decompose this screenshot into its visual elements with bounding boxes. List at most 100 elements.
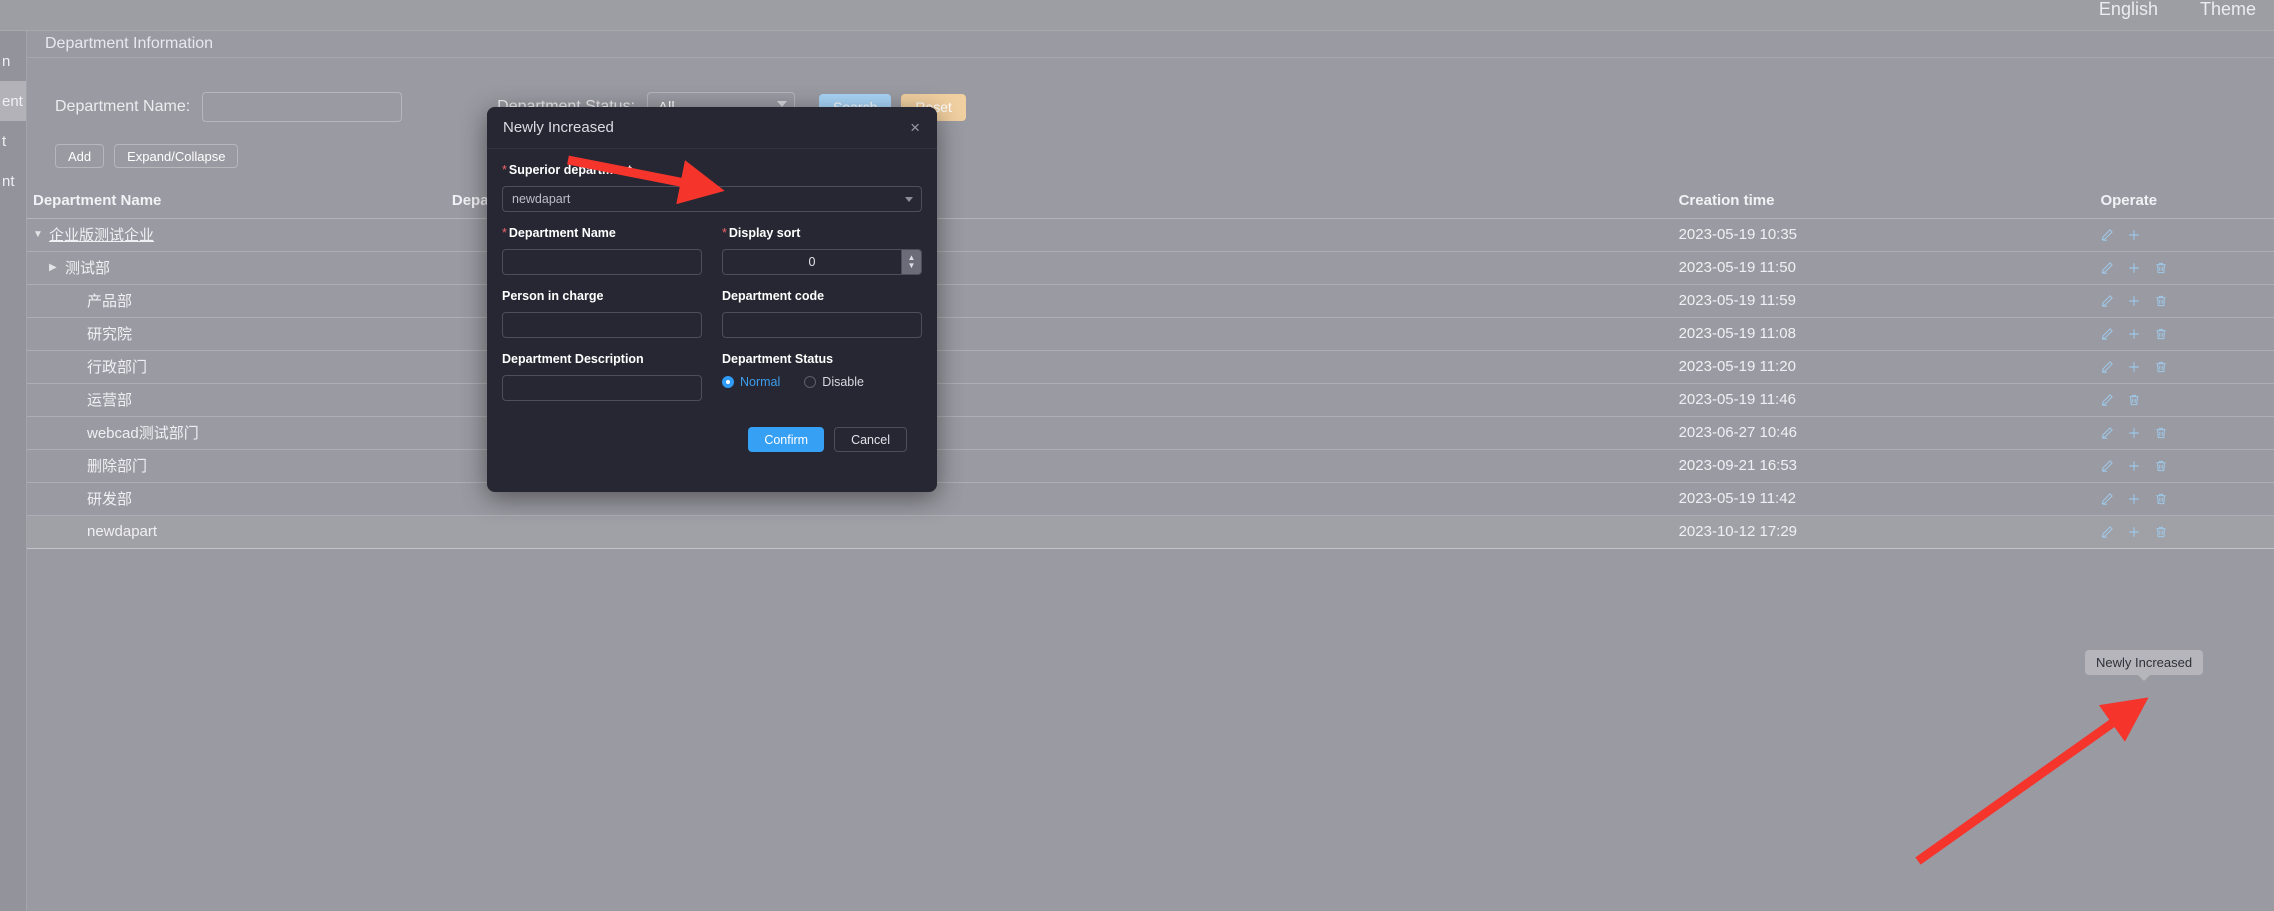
chevron-down-icon[interactable]: ▼ xyxy=(908,262,916,270)
edit-icon[interactable] xyxy=(2100,459,2114,473)
table-row[interactable]: newdapart 2023-10-12 17:29 xyxy=(27,515,2274,549)
field-department-code: Department code xyxy=(722,289,922,338)
cell-operate xyxy=(2094,350,2274,384)
table-row[interactable]: ▶ 测试部 2023-05-19 11:50 xyxy=(27,251,2274,285)
display-sort-stepper[interactable]: ▲ ▼ xyxy=(722,249,922,275)
edit-icon[interactable] xyxy=(2100,294,2114,308)
edit-icon[interactable] xyxy=(2100,327,2114,341)
cell-creation-time: 2023-10-12 17:29 xyxy=(1672,515,2095,549)
trash-icon[interactable] xyxy=(2127,393,2141,407)
trash-icon[interactable] xyxy=(2154,327,2168,341)
language-link[interactable]: English xyxy=(2099,0,2158,20)
sidebar-item-2[interactable]: ent xyxy=(0,81,26,121)
cell-department-name: 产品部 xyxy=(27,284,446,318)
trash-icon[interactable] xyxy=(2154,261,2168,275)
superior-department-select[interactable]: newdapart xyxy=(502,186,922,212)
table-row[interactable]: 行政部门 2023-05-19 11:20 xyxy=(27,350,2274,384)
superior-department-label: * Superior department xyxy=(502,163,922,177)
table-row[interactable]: 研究院 2023-05-19 11:08 xyxy=(27,317,2274,351)
toolbar: Add Expand/Collapse xyxy=(27,144,2274,168)
person-in-charge-input[interactable] xyxy=(502,312,702,338)
edit-icon[interactable] xyxy=(2100,360,2114,374)
department-name-label: Department Name: xyxy=(55,98,191,115)
department-name-input[interactable] xyxy=(202,92,403,122)
table-row[interactable]: 删除部门 2023-09-21 16:53 xyxy=(27,449,2274,483)
person-in-charge-label: Person in charge xyxy=(502,289,604,303)
confirm-button[interactable]: Confirm xyxy=(748,427,825,452)
edit-icon[interactable] xyxy=(2100,492,2114,506)
field-department-status: Department Status Normal Disable xyxy=(722,352,922,401)
display-sort-input[interactable] xyxy=(722,249,901,275)
dept-name-input[interactable] xyxy=(502,249,702,275)
radio-unselected-icon xyxy=(804,376,817,388)
cell-operate xyxy=(2094,317,2274,351)
edit-icon[interactable] xyxy=(2100,426,2114,440)
theme-link[interactable]: Theme xyxy=(2200,0,2256,20)
plus-icon[interactable] xyxy=(2127,525,2141,539)
caret-right-icon[interactable]: ▶ xyxy=(49,262,65,273)
stepper-buttons[interactable]: ▲ ▼ xyxy=(901,249,922,275)
department-description-input[interactable] xyxy=(502,375,702,401)
sidebar-item-2-label: ent xyxy=(2,92,23,110)
department-description-label: Department Description xyxy=(502,352,644,366)
expand-collapse-button[interactable]: Expand/Collapse xyxy=(114,144,239,168)
department-name-text: 研发部 xyxy=(87,491,133,508)
field-display-sort: *Display sort ▲ ▼ xyxy=(722,226,922,275)
plus-icon[interactable] xyxy=(2127,492,2141,506)
cell-operate xyxy=(2094,284,2274,318)
department-name-text: 产品部 xyxy=(87,293,133,310)
sidebar-item-3[interactable]: t xyxy=(0,121,26,161)
trash-icon[interactable] xyxy=(2154,492,2168,506)
cell-department-name: 运营部 xyxy=(27,383,446,417)
department-name-text: 行政部门 xyxy=(87,359,148,376)
content-area: Department Information Department Name: … xyxy=(27,31,2274,911)
plus-icon[interactable] xyxy=(2127,294,2141,308)
radio-normal-label: Normal xyxy=(740,375,781,389)
edit-icon[interactable] xyxy=(2100,261,2114,275)
table-row[interactable]: 运营部 2023-05-19 11:46 xyxy=(27,383,2274,417)
radio-disable[interactable]: Disable xyxy=(804,375,864,389)
cell-creation-time: 2023-05-19 11:59 xyxy=(1672,284,2095,318)
field-person-in-charge: Person in charge xyxy=(502,289,702,338)
cell-operate xyxy=(2094,416,2274,450)
table-row[interactable]: ▼ 企业版测试企业 2023-05-19 10:35 xyxy=(27,218,2274,252)
cell-department-name: ▼ 企业版测试企业 xyxy=(27,218,446,252)
edit-icon[interactable] xyxy=(2100,228,2114,242)
plus-icon[interactable] xyxy=(2127,459,2141,473)
department-name-text[interactable]: 企业版测试企业 xyxy=(49,224,154,245)
table-row[interactable]: webcad测试部门 2023-06-27 10:46 xyxy=(27,416,2274,450)
table-row[interactable]: 产品部 2023-05-19 11:59 xyxy=(27,284,2274,318)
department-code-input[interactable] xyxy=(722,312,922,338)
table-row[interactable]: 研发部 2023-05-19 11:42 xyxy=(27,482,2274,516)
sidebar-item-4-label: nt xyxy=(2,172,15,190)
required-asterisk-icon: * xyxy=(502,226,507,240)
edit-icon[interactable] xyxy=(2100,525,2114,539)
plus-icon[interactable] xyxy=(2127,426,2141,440)
plus-icon[interactable] xyxy=(2127,261,2141,275)
chevron-down-icon xyxy=(905,197,913,202)
table-header-row: Department Name Department Code Creation… xyxy=(27,184,2274,219)
caret-down-icon[interactable]: ▼ xyxy=(33,229,49,240)
field-superior-department: * Superior department newdapart xyxy=(502,163,922,212)
sidebar-item-1[interactable]: n xyxy=(0,41,26,81)
trash-icon[interactable] xyxy=(2154,525,2168,539)
plus-icon[interactable] xyxy=(2127,327,2141,341)
required-asterisk-icon: * xyxy=(502,163,507,177)
edit-icon[interactable] xyxy=(2100,393,2114,407)
cell-operate xyxy=(2094,218,2274,252)
close-icon[interactable]: × xyxy=(907,117,923,138)
cell-creation-time: 2023-09-21 16:53 xyxy=(1672,449,2095,483)
trash-icon[interactable] xyxy=(2154,459,2168,473)
add-button[interactable]: Add xyxy=(55,144,105,168)
trash-icon[interactable] xyxy=(2154,294,2168,308)
department-name-text: 运营部 xyxy=(87,392,133,409)
trash-icon[interactable] xyxy=(2154,426,2168,440)
field-department-name: * Department Name xyxy=(502,226,702,275)
radio-normal[interactable]: Normal xyxy=(722,375,780,389)
cancel-button[interactable]: Cancel xyxy=(834,427,907,452)
sidebar-item-4[interactable]: nt xyxy=(0,161,26,201)
plus-icon[interactable] xyxy=(2127,360,2141,374)
trash-icon[interactable] xyxy=(2154,360,2168,374)
plus-icon[interactable] xyxy=(2127,228,2141,242)
cell-department-name: webcad测试部门 xyxy=(27,416,446,450)
